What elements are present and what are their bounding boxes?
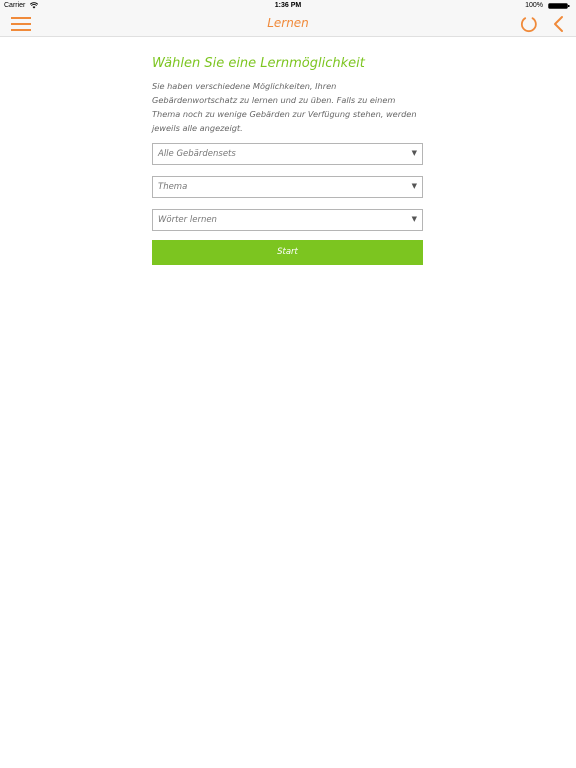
learning-mode-select-value: Wörter lernen: [158, 215, 217, 225]
refresh-icon[interactable]: [520, 15, 538, 33]
dropdown-caret-icon: ▼: [411, 215, 417, 223]
start-button[interactable]: Start: [152, 240, 423, 265]
gesture-set-select[interactable]: Alle Gebärdensets ▼: [152, 143, 423, 165]
back-icon[interactable]: [552, 15, 566, 33]
dropdown-caret-icon: ▼: [411, 182, 417, 190]
section-heading: Wählen Sie eine Lernmöglichkeit: [152, 56, 365, 71]
battery-icon: [548, 3, 570, 9]
navigation-bar: Lernen: [0, 12, 576, 37]
gesture-set-select-value: Alle Gebärdensets: [158, 149, 236, 159]
topic-select-value: Thema: [158, 182, 188, 192]
battery-percentage: 100%: [525, 2, 543, 9]
learning-options-panel: Wählen Sie eine Lernmöglichkeit Sie habe…: [152, 56, 424, 265]
status-bar: Carrier 1:36 PM 100%: [0, 0, 576, 12]
learning-mode-select[interactable]: Wörter lernen ▼: [152, 209, 423, 231]
topic-select[interactable]: Thema ▼: [152, 176, 423, 198]
section-description: Sie haben verschiedene Möglichkeiten, Ih…: [152, 81, 417, 133]
dropdown-caret-icon: ▼: [411, 149, 417, 157]
page-title: Lernen: [267, 16, 309, 30]
status-time: 1:36 PM: [274, 2, 302, 9]
